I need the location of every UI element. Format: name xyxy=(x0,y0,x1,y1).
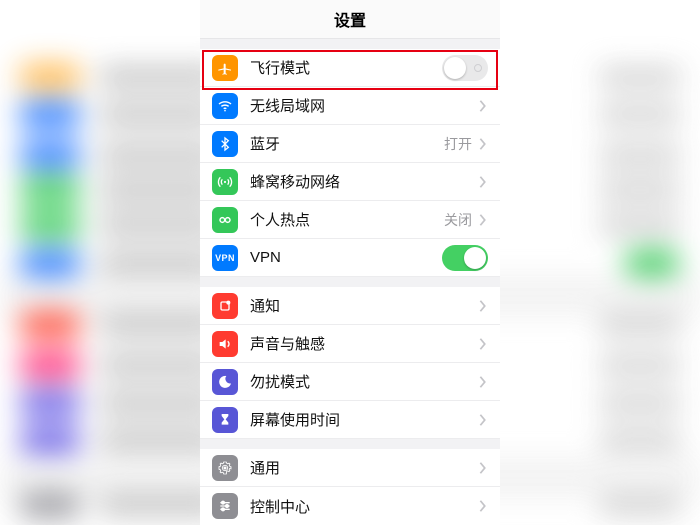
chevron-right-icon xyxy=(478,213,488,227)
settings-panel: 设置 飞行模式 无线局域网 蓝牙 打开 xyxy=(200,0,500,525)
wifi-icon xyxy=(212,93,238,119)
airplane-toggle[interactable] xyxy=(442,55,488,81)
row-vpn[interactable]: VPN VPN xyxy=(200,239,500,277)
moon-icon xyxy=(212,369,238,395)
dnd-label: 勿扰模式 xyxy=(250,371,478,392)
chevron-right-icon xyxy=(478,299,488,313)
chevron-right-icon xyxy=(478,137,488,151)
bluetooth-icon xyxy=(212,131,238,157)
chevron-right-icon xyxy=(478,413,488,427)
chevron-right-icon xyxy=(478,175,488,189)
chevron-right-icon xyxy=(478,99,488,113)
header: 设置 xyxy=(200,0,500,39)
hotspot-icon xyxy=(212,207,238,233)
chevron-right-icon xyxy=(478,461,488,475)
vpn-label: VPN xyxy=(250,249,442,266)
row-general[interactable]: 通用 xyxy=(200,449,500,487)
sound-icon xyxy=(212,331,238,357)
page-title: 设置 xyxy=(334,7,366,31)
chevron-right-icon xyxy=(478,499,488,513)
hourglass-icon xyxy=(212,407,238,433)
row-hotspot[interactable]: 个人热点 关闭 xyxy=(200,201,500,239)
airplane-label: 飞行模式 xyxy=(250,57,442,78)
row-dnd[interactable]: 勿扰模式 xyxy=(200,363,500,401)
chevron-right-icon xyxy=(478,375,488,389)
row-sound[interactable]: 声音与触感 xyxy=(200,325,500,363)
row-notifications[interactable]: 通知 xyxy=(200,287,500,325)
antenna-icon xyxy=(212,169,238,195)
notifications-label: 通知 xyxy=(250,295,478,316)
hotspot-value: 关闭 xyxy=(444,210,472,230)
vpn-icon: VPN xyxy=(212,245,238,271)
chevron-right-icon xyxy=(478,337,488,351)
cellular-label: 蜂窝移动网络 xyxy=(250,171,478,192)
bluetooth-value: 打开 xyxy=(444,134,472,154)
notifications-icon xyxy=(212,293,238,319)
sound-label: 声音与触感 xyxy=(250,333,478,354)
row-airplane-mode[interactable]: 飞行模式 xyxy=(200,49,500,87)
wifi-label: 无线局域网 xyxy=(250,95,478,116)
control-center-label: 控制中心 xyxy=(250,496,478,517)
row-bluetooth[interactable]: 蓝牙 打开 xyxy=(200,125,500,163)
settings-group-notify: 通知 声音与触感 勿扰模式 屏幕使用时间 xyxy=(200,287,500,439)
gear-icon xyxy=(212,455,238,481)
screentime-label: 屏幕使用时间 xyxy=(250,409,478,430)
general-label: 通用 xyxy=(250,457,478,478)
bluetooth-label: 蓝牙 xyxy=(250,133,444,154)
sliders-icon xyxy=(212,493,238,519)
settings-group-network: 飞行模式 无线局域网 蓝牙 打开 蜂窝移动网络 xyxy=(200,49,500,277)
row-wifi[interactable]: 无线局域网 xyxy=(200,87,500,125)
airplane-icon xyxy=(212,55,238,81)
vpn-toggle[interactable] xyxy=(442,245,488,271)
settings-group-general: 通用 控制中心 xyxy=(200,449,500,525)
row-control-center[interactable]: 控制中心 xyxy=(200,487,500,525)
row-cellular[interactable]: 蜂窝移动网络 xyxy=(200,163,500,201)
hotspot-label: 个人热点 xyxy=(250,209,444,230)
row-screentime[interactable]: 屏幕使用时间 xyxy=(200,401,500,439)
